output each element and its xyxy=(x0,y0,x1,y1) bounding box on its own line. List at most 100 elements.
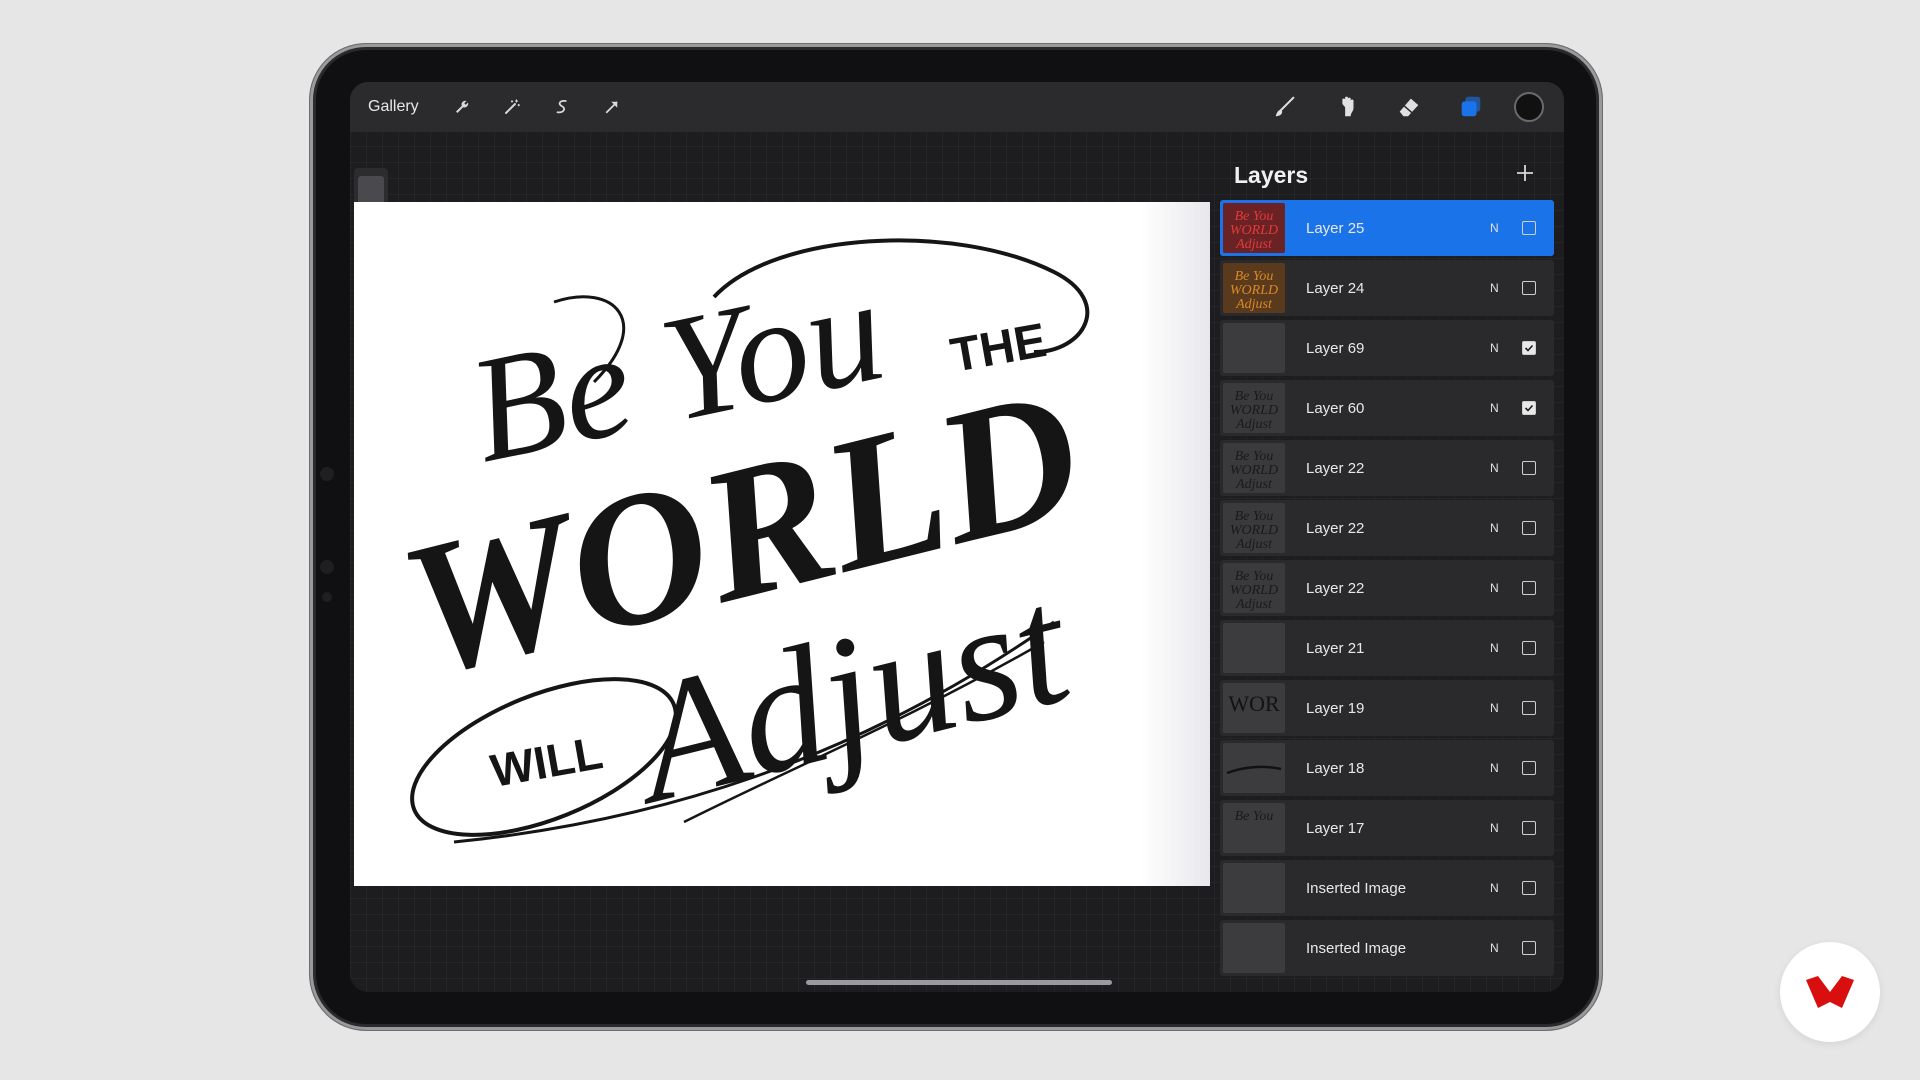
gallery-button[interactable]: Gallery xyxy=(368,98,419,116)
layer-visibility-checkbox[interactable] xyxy=(1522,281,1536,295)
layer-thumbnail[interactable]: Be You WORLD Adjust xyxy=(1223,503,1285,553)
layer-blend-mode[interactable]: N xyxy=(1490,821,1499,835)
layer-visibility-checkbox[interactable] xyxy=(1522,521,1536,535)
layer-visibility-checkbox[interactable] xyxy=(1522,341,1536,355)
layer-row[interactable]: Be You WORLD Adjust Layer 60 N xyxy=(1220,380,1554,436)
layers-icon xyxy=(1461,96,1481,117)
checkmark-icon xyxy=(1524,344,1534,352)
layer-row[interactable]: Layer 69 N xyxy=(1220,320,1554,376)
layer-thumbnail[interactable] xyxy=(1223,863,1285,913)
drawing-canvas[interactable]: Be You THE WORLD WILL Adjust xyxy=(354,202,1210,886)
layer-name: Inserted Image xyxy=(1306,879,1407,897)
layer-visibility-checkbox[interactable] xyxy=(1522,581,1536,595)
layer-blend-mode[interactable]: N xyxy=(1490,221,1499,235)
layer-visibility-checkbox[interactable] xyxy=(1522,401,1536,415)
layer-visibility-checkbox[interactable] xyxy=(1522,941,1536,955)
wrench-icon xyxy=(455,100,468,113)
layer-thumbnail[interactable]: WOR xyxy=(1223,683,1285,733)
layer-thumbnail[interactable]: Be You WORLD Adjust xyxy=(1223,443,1285,493)
checkmark-icon xyxy=(1524,404,1534,412)
layer-name: Layer 60 xyxy=(1306,399,1365,417)
layer-blend-mode[interactable]: N xyxy=(1490,641,1499,655)
layer-name: Layer 24 xyxy=(1306,279,1365,297)
layers-panel-header: Layers xyxy=(1216,150,1556,200)
layer-name: Layer 18 xyxy=(1306,759,1365,777)
layer-visibility-checkbox[interactable] xyxy=(1522,821,1536,835)
layer-name: Layer 17 xyxy=(1306,819,1365,837)
transform-button[interactable] xyxy=(599,94,625,120)
art-word-will: WILL xyxy=(487,726,607,797)
smudge-button[interactable] xyxy=(1331,91,1363,123)
layer-blend-mode[interactable]: N xyxy=(1490,341,1499,355)
layer-thumbnail[interactable]: Be You WORLD Adjust xyxy=(1223,263,1285,313)
layer-blend-mode[interactable]: N xyxy=(1490,761,1499,775)
layer-blend-mode[interactable]: N xyxy=(1490,941,1499,955)
layer-thumbnail-text: Be You xyxy=(1234,809,1274,824)
layer-thumbnail[interactable] xyxy=(1223,923,1285,973)
brand-badge xyxy=(1780,942,1880,1042)
layer-blend-mode[interactable]: N xyxy=(1490,521,1499,535)
layers-button[interactable] xyxy=(1455,91,1487,123)
layer-row[interactable]: Layer 18 N xyxy=(1220,740,1554,796)
layer-thumbnail[interactable] xyxy=(1223,623,1285,673)
layer-thumbnail[interactable] xyxy=(1223,323,1285,373)
layer-row[interactable]: Inserted Image N xyxy=(1220,860,1554,916)
layer-visibility-checkbox[interactable] xyxy=(1522,641,1536,655)
layer-thumbnail[interactable]: Be You WORLD Adjust xyxy=(1223,383,1285,433)
selection-icon xyxy=(556,100,567,114)
layers-panel: Layers Be You WORLD Adjust Layer 25 N Be Yo… xyxy=(1216,150,1556,992)
layer-thumbnail-text: Be You WORLD Adjust xyxy=(1229,449,1279,492)
layer-name: Layer 69 xyxy=(1306,339,1365,357)
layer-row[interactable]: Be You WORLD Adjust Layer 22 N xyxy=(1220,500,1554,556)
layer-blend-mode[interactable]: N xyxy=(1490,701,1499,715)
layer-name: Inserted Image xyxy=(1306,939,1407,957)
brand-logo-icon xyxy=(1806,976,1854,1008)
layer-name: Layer 25 xyxy=(1306,219,1365,237)
layer-name: Layer 19 xyxy=(1306,699,1365,717)
layer-blend-mode[interactable]: N xyxy=(1490,281,1499,295)
layer-visibility-checkbox[interactable] xyxy=(1522,461,1536,475)
camera-dot xyxy=(322,592,332,602)
paint-brush-button[interactable] xyxy=(1269,91,1301,123)
layer-thumbnail-text: Be You WORLD Adjust xyxy=(1229,389,1279,432)
smudge-icon xyxy=(1342,96,1354,117)
home-indicator[interactable] xyxy=(806,980,1112,985)
layer-thumbnail-text: Be You WORLD Adjust xyxy=(1229,509,1279,552)
layer-name: Layer 22 xyxy=(1306,519,1365,537)
layer-thumbnail[interactable]: Be You WORLD Adjust xyxy=(1223,203,1285,253)
layer-visibility-checkbox[interactable] xyxy=(1522,701,1536,715)
app-screen: Gallery Be You THE WORLD WILL Adjust Lay… xyxy=(350,82,1564,992)
top-toolbar: Gallery xyxy=(350,82,1564,132)
plus-icon xyxy=(1517,165,1533,181)
selection-button[interactable] xyxy=(549,94,575,120)
color-picker-button[interactable] xyxy=(1514,92,1544,122)
layer-row[interactable]: Be You Layer 17 N xyxy=(1220,800,1554,856)
layer-visibility-checkbox[interactable] xyxy=(1522,881,1536,895)
layer-visibility-checkbox[interactable] xyxy=(1522,221,1536,235)
layer-thumbnail-text: WOR xyxy=(1228,691,1280,716)
layer-row[interactable]: Be You WORLD Adjust Layer 22 N xyxy=(1220,560,1554,616)
layer-row[interactable]: Be You WORLD Adjust Layer 24 N xyxy=(1220,260,1554,316)
layer-blend-mode[interactable]: N xyxy=(1490,581,1499,595)
layer-blend-mode[interactable]: N xyxy=(1490,401,1499,415)
layer-visibility-checkbox[interactable] xyxy=(1522,761,1536,775)
layer-blend-mode[interactable]: N xyxy=(1490,881,1499,895)
layer-blend-mode[interactable]: N xyxy=(1490,461,1499,475)
actions-button[interactable] xyxy=(449,94,475,120)
adjustments-button[interactable] xyxy=(499,94,525,120)
layer-row[interactable]: Be You WORLD Adjust Layer 25 N xyxy=(1220,200,1554,256)
layer-name: Layer 22 xyxy=(1306,579,1365,597)
camera-dot xyxy=(320,560,334,574)
brush-icon xyxy=(1275,96,1295,117)
layer-row[interactable]: Inserted Image N xyxy=(1220,920,1554,976)
layer-thumbnail[interactable]: Be You WORLD Adjust xyxy=(1223,563,1285,613)
layer-row[interactable]: Be You WORLD Adjust Layer 22 N xyxy=(1220,440,1554,496)
layer-row[interactable]: WOR Layer 19 N xyxy=(1220,680,1554,736)
layer-list: Be You WORLD Adjust Layer 25 N Be You WORLD… xyxy=(1220,200,1554,980)
layer-row[interactable]: Layer 21 N xyxy=(1220,620,1554,676)
layer-thumbnail-text: Be You WORLD Adjust xyxy=(1229,269,1279,312)
layer-thumbnail[interactable] xyxy=(1223,743,1285,793)
layer-thumbnail[interactable]: Be You xyxy=(1223,803,1285,853)
eraser-button[interactable] xyxy=(1393,91,1425,123)
add-layer-button[interactable] xyxy=(1512,160,1538,186)
